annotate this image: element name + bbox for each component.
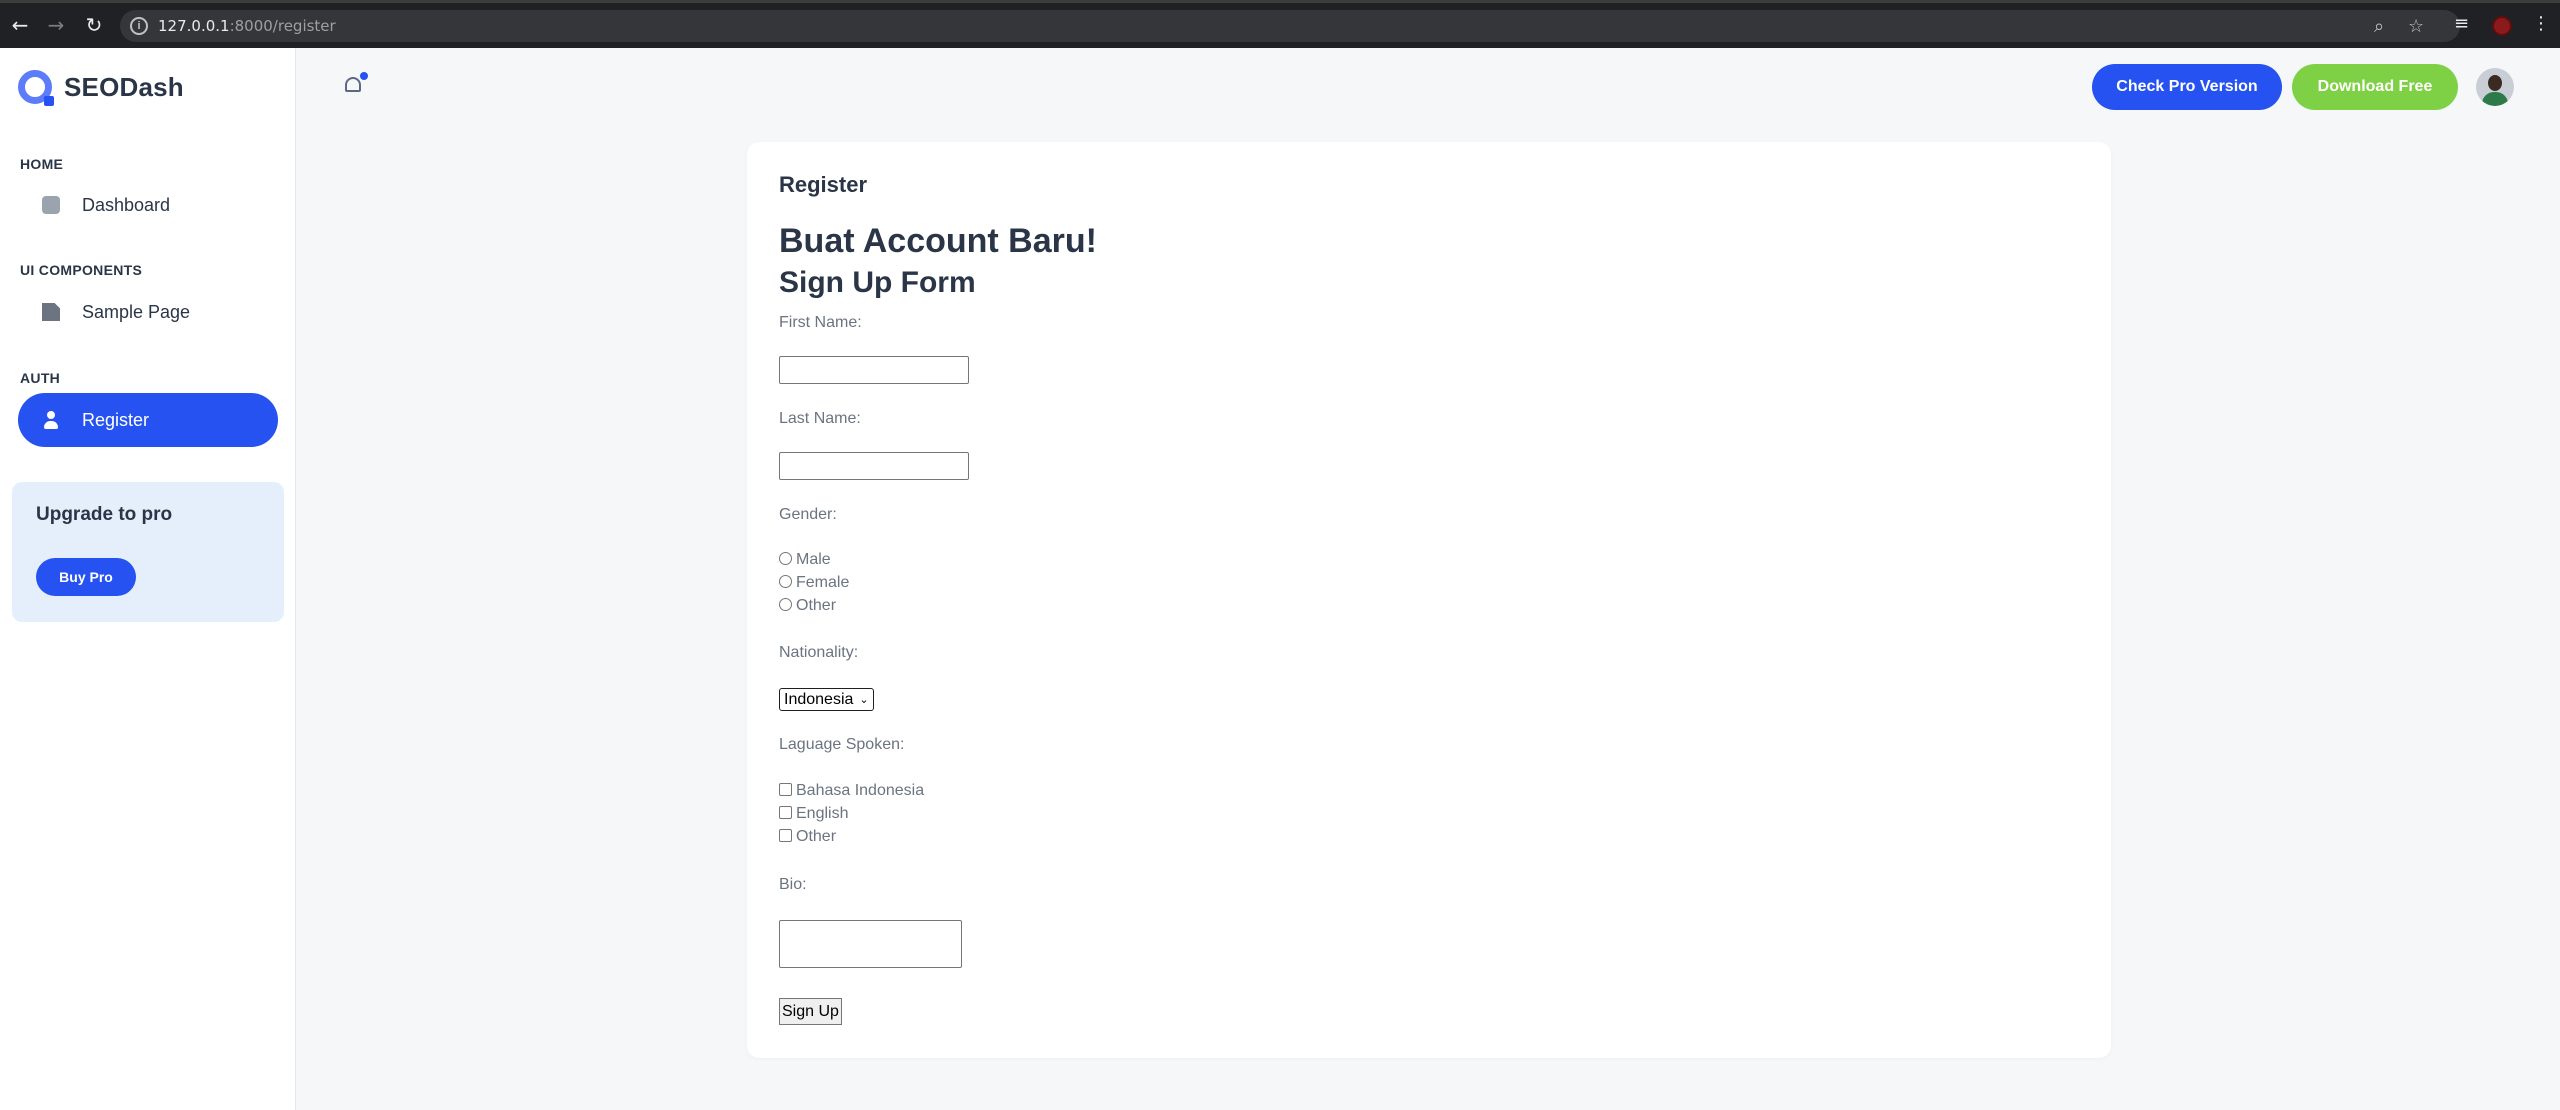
form-heading: Sign Up Form: [779, 266, 976, 299]
media-queue-icon[interactable]: ≡: [2454, 13, 2469, 34]
bio-textarea[interactable]: [779, 920, 962, 968]
language-other-checkbox[interactable]: [779, 828, 792, 842]
zoom-icon[interactable]: ⌕: [2374, 16, 2384, 37]
sidebar: SEODash HOME Dashboard UI COMPONENTS Sam…: [0, 48, 296, 1110]
card-title: Register: [779, 172, 868, 197]
menu-kebab-icon[interactable]: ⋮: [2532, 13, 2550, 34]
gender-option-other[interactable]: Other: [779, 597, 836, 615]
last-name-input[interactable]: [779, 452, 969, 480]
gender-female-radio[interactable]: [779, 574, 792, 588]
sign-up-button[interactable]: Sign Up: [779, 998, 842, 1025]
gender-option-label: Other: [796, 597, 837, 614]
user-plus-icon: [42, 411, 60, 429]
file-icon: [42, 303, 60, 321]
upgrade-banner: Upgrade to pro Buy Pro: [12, 482, 284, 622]
site-info-icon[interactable]: i: [130, 17, 148, 35]
brand-logo[interactable]: SEODash: [18, 70, 184, 106]
section-title-ui-components: UI COMPONENTS: [20, 262, 143, 278]
section-title-home: HOME: [20, 156, 64, 172]
upgrade-title: Upgrade to pro: [36, 504, 173, 525]
register-card: Register Buat Account Baru! Sign Up Form…: [747, 142, 2111, 1058]
sidebar-item-register[interactable]: Register: [18, 393, 278, 447]
sidebar-item-label: Register: [82, 409, 150, 430]
check-pro-button[interactable]: Check Pro Version: [2092, 64, 2282, 110]
gender-option-female[interactable]: Female: [779, 574, 849, 592]
bio-label: Bio:: [779, 876, 807, 893]
buy-pro-button[interactable]: Buy Pro: [36, 558, 136, 596]
avatar-body: [2482, 92, 2508, 106]
home-icon: [42, 196, 60, 214]
avatar[interactable]: [2476, 68, 2514, 106]
last-name-label: Last Name:: [779, 410, 861, 427]
first-name-input[interactable]: [779, 356, 969, 384]
gender-male-radio[interactable]: [779, 551, 792, 565]
gender-option-male[interactable]: Male: [779, 551, 831, 569]
language-option-label: English: [796, 805, 849, 822]
sidebar-item-dashboard[interactable]: Dashboard: [18, 178, 278, 232]
language-option-label: Other: [796, 828, 837, 845]
language-option-english[interactable]: English: [779, 805, 848, 823]
page-heading: Buat Account Baru!: [779, 222, 1097, 260]
nationality-select[interactable]: Indonesia ⌄: [779, 688, 874, 711]
reload-icon[interactable]: ↻: [82, 13, 106, 37]
language-bahasa-checkbox[interactable]: [779, 782, 792, 796]
notification-bell-icon[interactable]: [342, 72, 368, 96]
language-option-label: Bahasa Indonesia: [796, 782, 925, 799]
profile-avatar-icon[interactable]: [2492, 16, 2512, 36]
section-title-auth: AUTH: [20, 370, 61, 386]
language-option-other[interactable]: Other: [779, 828, 836, 846]
notification-dot: [360, 72, 368, 80]
back-icon[interactable]: ←: [8, 13, 32, 37]
avatar-head: [2488, 75, 2502, 91]
browser-toolbar: ← → ↻ i 127.0.0.1:8000/register ⌕ ☆ ≡ ⋮: [0, 0, 2560, 48]
address-bar[interactable]: i 127.0.0.1:8000/register ⌕ ☆: [120, 10, 2460, 42]
brand-name: SEODash: [64, 71, 184, 102]
language-english-checkbox[interactable]: [779, 805, 792, 819]
bookmark-star-icon[interactable]: ☆: [2408, 16, 2424, 37]
gender-other-radio[interactable]: [779, 597, 792, 611]
first-name-label: First Name:: [779, 314, 862, 331]
nationality-label: Nationality:: [779, 644, 859, 661]
forward-icon[interactable]: →: [44, 13, 68, 37]
url-text[interactable]: 127.0.0.1:8000/register: [158, 17, 336, 35]
gender-option-label: Female: [796, 574, 850, 591]
sidebar-item-label: Sample Page: [82, 301, 191, 322]
gender-option-label: Male: [796, 551, 831, 568]
language-label: Laguage Spoken:: [779, 736, 905, 753]
gender-label: Gender:: [779, 506, 837, 523]
language-option-bahasa[interactable]: Bahasa Indonesia: [779, 782, 924, 800]
url-path: :8000/register: [229, 17, 336, 35]
download-free-button[interactable]: Download Free: [2292, 64, 2458, 110]
chevron-down-icon: ⌄: [859, 693, 869, 706]
sidebar-item-sample-page[interactable]: Sample Page: [18, 285, 278, 339]
sidebar-item-label: Dashboard: [82, 194, 171, 215]
bell-shape: [345, 77, 361, 92]
seodash-logo-icon: [18, 70, 54, 106]
nationality-selected-value: Indonesia: [784, 690, 854, 708]
url-host: 127.0.0.1: [158, 17, 230, 35]
